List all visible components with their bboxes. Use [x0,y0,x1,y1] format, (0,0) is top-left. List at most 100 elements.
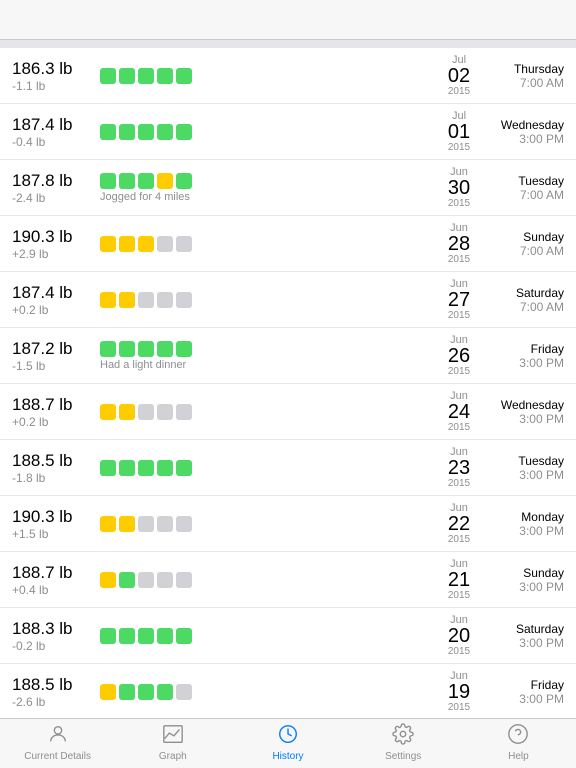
day-time-col: Saturday 3:00 PM [484,622,564,650]
history-list[interactable]: 186.3 lb-1.1 lbJul 02 2015Thursday 7:00 … [0,48,576,718]
bar-square [100,572,116,588]
bar-square [138,404,154,420]
bar-square [157,684,173,700]
date-col: Jul 02 2015 [434,54,484,97]
date-day: 01 [434,122,484,142]
day-name: Tuesday [484,174,564,188]
date-col: Jun 20 2015 [434,614,484,657]
tab-history[interactable]: History [230,723,345,762]
bar-square [157,68,173,84]
time-str: 7:00 AM [484,300,564,314]
bar-squares [100,68,192,84]
bar-square [157,460,173,476]
time-str: 3:00 PM [484,468,564,482]
bar-square [138,173,154,189]
bar-squares [100,404,192,420]
date-col: Jun 30 2015 [434,166,484,209]
bar-col [92,572,434,588]
bar-col [92,628,434,644]
bar-square [100,684,116,700]
time-str: 3:00 PM [484,580,564,594]
date-day: 28 [434,234,484,254]
weight-col: 188.7 lb+0.2 lb [12,395,92,429]
date-col: Jun 27 2015 [434,278,484,321]
bar-square [119,68,135,84]
table-row[interactable]: 187.4 lb-0.4 lbJul 01 2015Wednesday 3:00… [0,104,576,160]
weight-value: 187.8 lb [12,171,92,191]
bar-square [100,516,116,532]
day-time-col: Tuesday 3:00 PM [484,454,564,482]
weight-delta: -2.6 lb [12,695,92,709]
weight-col: 188.3 lb-0.2 lb [12,619,92,653]
day-name: Friday [484,678,564,692]
table-row[interactable]: 188.7 lb+0.4 lbJun 21 2015Sunday 3:00 PM [0,552,576,608]
weight-col: 188.7 lb+0.4 lb [12,563,92,597]
date-day: 27 [434,290,484,310]
time-str: 3:00 PM [484,636,564,650]
table-row[interactable]: 188.5 lb-1.8 lbJun 23 2015Tuesday 3:00 P… [0,440,576,496]
weight-delta: +0.2 lb [12,415,92,429]
weight-col: 187.8 lb-2.4 lb [12,171,92,205]
weight-col: 188.5 lb-2.6 lb [12,675,92,709]
bar-square [138,124,154,140]
day-name: Monday [484,510,564,524]
bar-col [92,460,434,476]
table-row[interactable]: 186.3 lb-1.1 lbJul 02 2015Thursday 7:00 … [0,48,576,104]
bar-col [92,516,434,532]
weight-value: 188.3 lb [12,619,92,639]
bar-col [92,292,434,308]
tab-graph[interactable]: Graph [115,723,230,762]
bar-square [157,173,173,189]
weight-delta: -0.2 lb [12,639,92,653]
bar-squares [100,572,192,588]
day-time-col: Saturday 7:00 AM [484,286,564,314]
day-name: Thursday [484,62,564,76]
bar-square [100,404,116,420]
bar-square [119,628,135,644]
day-time-col: Monday 3:00 PM [484,510,564,538]
tab-bar: Current DetailsGraphHistorySettingsHelp [0,718,576,768]
weight-delta: +0.2 lb [12,303,92,317]
weight-value: 186.3 lb [12,59,92,79]
time-str: 3:00 PM [484,356,564,370]
bar-square [100,236,116,252]
weight-col: 190.3 lb+2.9 lb [12,227,92,261]
bar-square [138,516,154,532]
table-row[interactable]: 188.3 lb-0.2 lb Jun 20 2015Saturday 3:00 … [0,608,576,664]
date-year: 2015 [434,198,484,209]
tab-help[interactable]: Help [461,723,576,762]
table-row[interactable]: 188.7 lb+0.2 lbJun 24 2015Wednesday 3:00… [0,384,576,440]
bar-square [119,684,135,700]
bar-square [157,236,173,252]
bar-squares [100,516,192,532]
table-row[interactable]: 187.4 lb+0.2 lbJun 27 2015Saturday 7:00 … [0,272,576,328]
date-day: 30 [434,178,484,198]
day-time-col: Wednesday 3:00 PM [484,118,564,146]
bar-squares [100,124,192,140]
weight-value: 187.2 lb [12,339,92,359]
weight-value: 190.3 lb [12,227,92,247]
day-time-col: Thursday 7:00 AM [484,62,564,90]
bar-square [176,236,192,252]
bar-squares [100,292,192,308]
date-day: 24 [434,402,484,422]
note-text: Had a light dinner [100,359,186,371]
settings-icon [392,723,414,749]
bar-square [138,460,154,476]
weight-delta: +1.5 lb [12,527,92,541]
date-day: 23 [434,458,484,478]
table-row[interactable]: 187.8 lb-2.4 lbJogged for 4 milesJun 30 … [0,160,576,216]
tab-settings[interactable]: Settings [346,723,461,762]
day-time-col: Tuesday 7:00 AM [484,174,564,202]
table-row[interactable]: 190.3 lb+2.9 lbJun 28 2015Sunday 7:00 AM [0,216,576,272]
nav-bar [0,0,576,40]
time-str: 7:00 AM [484,188,564,202]
date-col: Jun 22 2015 [434,502,484,545]
weight-value: 188.5 lb [12,451,92,471]
tab-current-details[interactable]: Current Details [0,723,115,762]
table-row[interactable]: 187.2 lb-1.5 lbHad a light dinnerJun 26 … [0,328,576,384]
bar-square [157,516,173,532]
table-row[interactable]: 190.3 lb+1.5 lbJun 22 2015Monday 3:00 PM [0,496,576,552]
bar-square [157,292,173,308]
table-row[interactable]: 188.5 lb-2.6 lbJun 19 2015Friday 3:00 PM [0,664,576,718]
